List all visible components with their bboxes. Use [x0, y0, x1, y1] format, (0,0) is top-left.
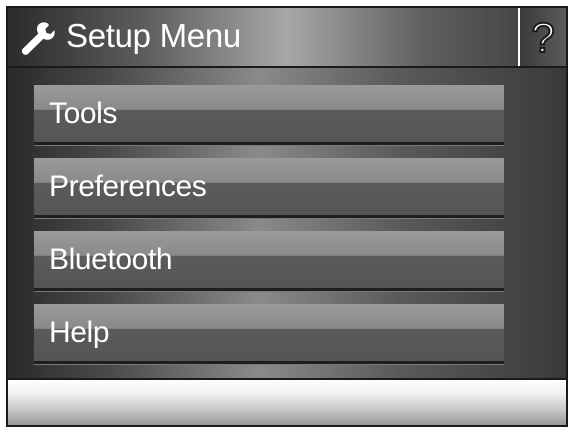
- menu-item-label: Help: [49, 316, 110, 349]
- menu-item-tools[interactable]: Tools: [34, 85, 504, 145]
- bottom-bar: [8, 378, 566, 425]
- svg-text:?: ?: [531, 15, 554, 59]
- setup-menu-list: Tools Preferences Bluetooth Help: [8, 68, 566, 378]
- title-bar: Setup Menu ?: [8, 8, 566, 68]
- device-screen: Setup Menu ? Tools Preferences Bluetooth…: [6, 6, 568, 427]
- wrench-icon: [18, 20, 58, 56]
- help-button[interactable]: ?: [518, 8, 566, 66]
- menu-item-label: Bluetooth: [49, 243, 173, 276]
- menu-item-preferences[interactable]: Preferences: [34, 158, 504, 218]
- page-title: Setup Menu: [66, 17, 241, 54]
- question-mark-icon: ?: [530, 15, 555, 59]
- menu-item-bluetooth[interactable]: Bluetooth: [34, 231, 504, 291]
- menu-item-help[interactable]: Help: [34, 304, 504, 364]
- menu-item-label: Preferences: [49, 170, 207, 203]
- menu-item-label: Tools: [49, 97, 118, 130]
